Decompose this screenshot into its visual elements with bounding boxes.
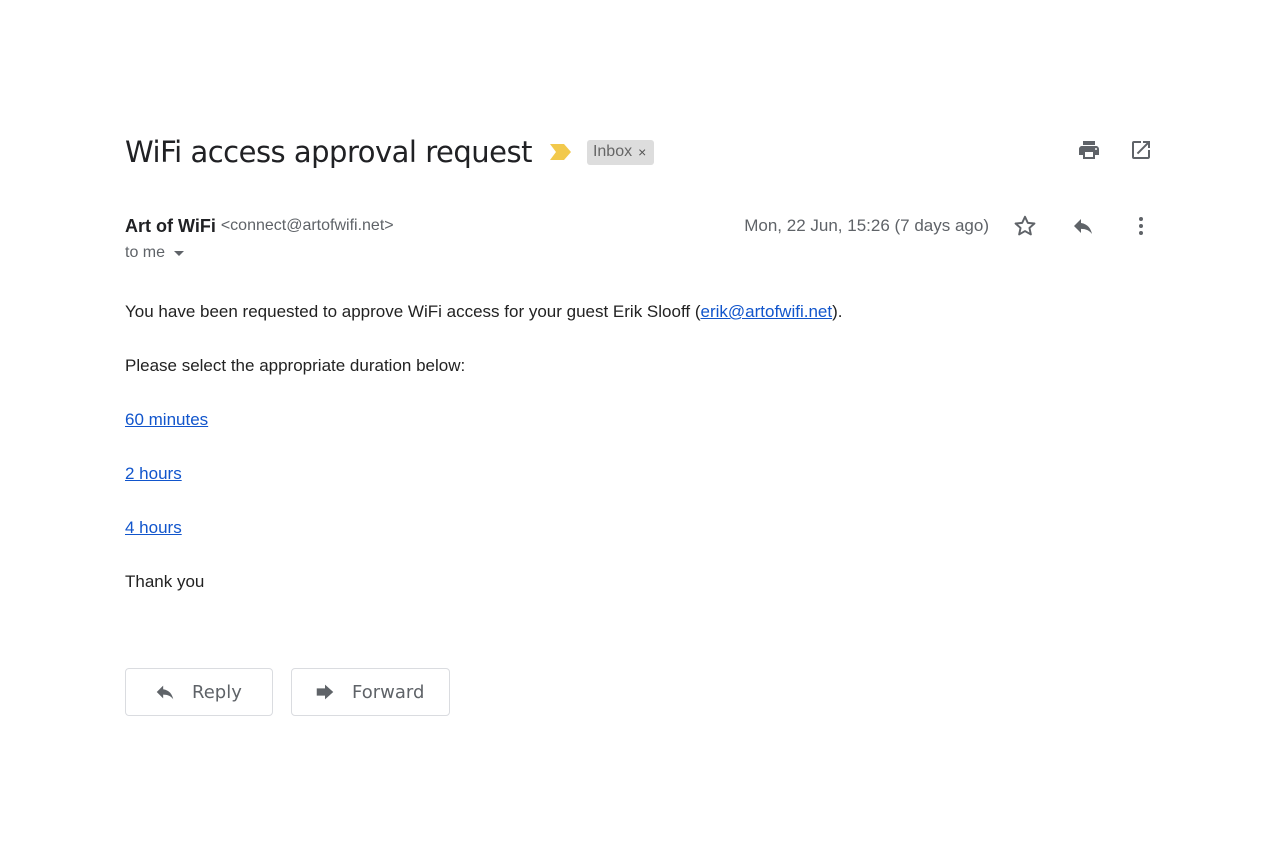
remove-label-icon[interactable]: ×: [638, 144, 646, 160]
duration-option-4-hours[interactable]: 4 hours: [125, 518, 182, 537]
forward-button-label: Forward: [352, 681, 425, 703]
duration-option-paragraph: 4 hours: [125, 516, 842, 570]
guest-email-link[interactable]: erik@artofwifi.net: [701, 302, 833, 321]
duration-option-paragraph: 60 minutes: [125, 408, 842, 462]
reply-icon[interactable]: [1069, 212, 1097, 240]
print-icon[interactable]: [1075, 136, 1103, 164]
sender-row: Art of WiFi <connect@artofwifi.net> Mon,…: [125, 212, 1155, 240]
duration-option-paragraph: 2 hours: [125, 462, 842, 516]
star-icon[interactable]: [1011, 212, 1039, 240]
chevron-down-icon: [174, 250, 185, 256]
more-vert-icon[interactable]: [1127, 212, 1155, 240]
top-actions: [1075, 136, 1155, 164]
duration-option-60-minutes[interactable]: 60 minutes: [125, 410, 208, 429]
closing-paragraph: Thank you: [125, 572, 205, 591]
recipient-text: to me: [125, 244, 166, 261]
label-chip-inbox: Inbox ×: [586, 139, 655, 165]
bottom-actions: Reply Forward: [125, 668, 450, 716]
intro-suffix: ).: [832, 302, 843, 321]
open-in-new-icon[interactable]: [1127, 136, 1155, 164]
message-meta: Mon, 22 Jun, 15:26 (7 days ago): [744, 212, 1155, 240]
sender-email: <connect@artofwifi.net>: [220, 217, 394, 234]
duration-option-2-hours[interactable]: 2 hours: [125, 464, 182, 483]
reply-button-label: Reply: [192, 681, 242, 703]
recipient-details-toggle[interactable]: to me: [125, 244, 185, 262]
email-subject: WiFi access approval request: [125, 135, 532, 169]
instruction-paragraph: Please select the appropriate duration b…: [125, 356, 466, 375]
intro-paragraph: You have been requested to approve WiFi …: [125, 300, 842, 354]
sender-name[interactable]: Art of WiFi: [125, 216, 216, 237]
forward-button[interactable]: Forward: [291, 668, 450, 716]
reply-button[interactable]: Reply: [125, 668, 273, 716]
reply-icon: [152, 680, 178, 704]
subject-row: WiFi access approval request Inbox ×: [125, 128, 1155, 176]
label-chip-text: Inbox: [592, 143, 633, 160]
forward-icon: [312, 680, 338, 704]
message-date: Mon, 22 Jun, 15:26 (7 days ago): [744, 216, 989, 235]
intro-prefix: You have been requested to approve WiFi …: [125, 302, 701, 321]
email-view: WiFi access approval request Inbox × Art…: [0, 0, 1280, 853]
importance-marker-icon[interactable]: [549, 143, 573, 161]
message-body: You have been requested to approve WiFi …: [125, 300, 842, 624]
